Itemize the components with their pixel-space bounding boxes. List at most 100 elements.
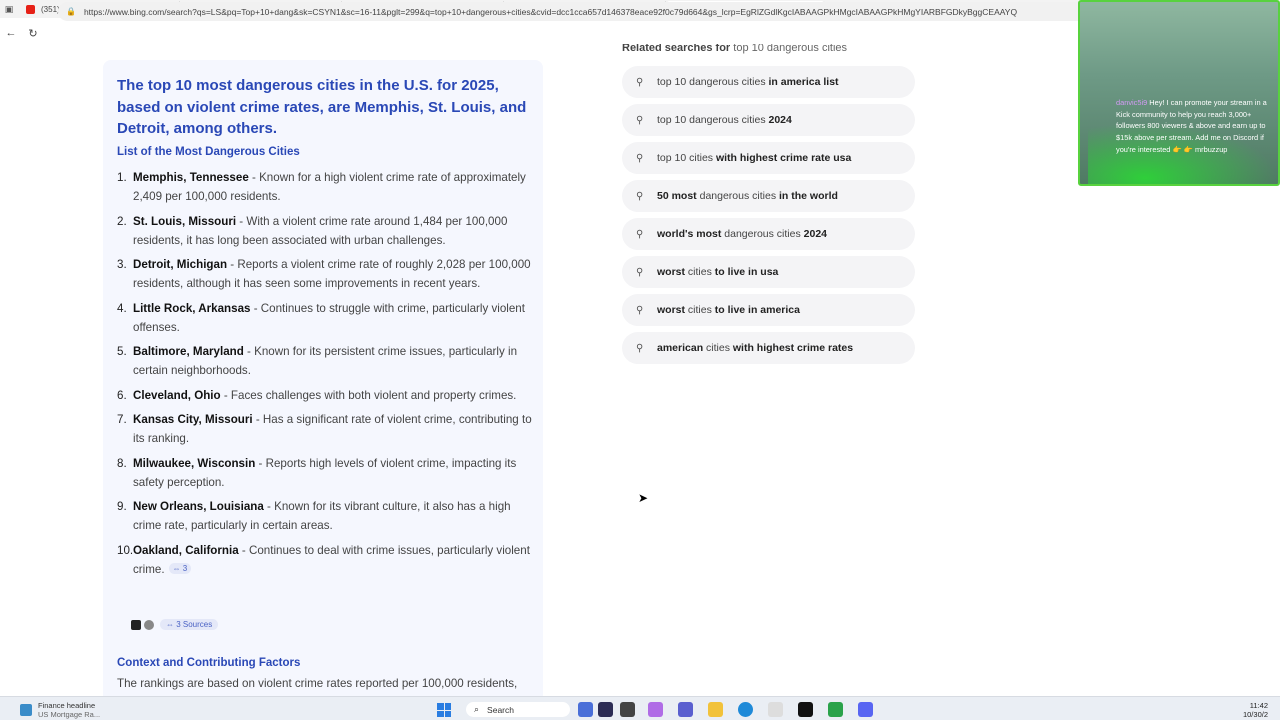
context-text: The rankings are based on violent crime … <box>117 677 518 690</box>
app-icon-game[interactable] <box>598 702 613 717</box>
search-icon: ⚲ <box>636 114 644 126</box>
app-icon-edge[interactable] <box>738 702 753 717</box>
related-bold-prefix: worst <box>657 266 686 278</box>
list-item: 4. Little Rock, Arkansas - Continues to s… <box>117 299 537 337</box>
city-name: Baltimore, Maryland <box>133 345 244 358</box>
related-search-text: worst cities to live in usa <box>657 266 778 278</box>
related-search-text: top 10 cities with highest crime rate us… <box>657 152 851 164</box>
answer-title: The top 10 most dangerous cities in the … <box>117 77 527 137</box>
navigation-bar: ← ↻ <box>0 22 1080 44</box>
city-name: Little Rock, Arkansas <box>133 301 251 315</box>
sidebar-toggle-icon[interactable]: ▣ <box>0 0 18 18</box>
app-icon-files[interactable] <box>620 702 635 717</box>
list-item: 7. Kansas City, Missouri - Has a signific… <box>117 410 537 448</box>
list-item: 6. Cleveland, Ohio - Faces challenges wit… <box>117 386 537 405</box>
address-bar[interactable]: 🔒 https://www.bing.com/search?qs=LS&pq=T… <box>58 2 1120 21</box>
related-search-item[interactable]: ⚲ worst cities to live in usa <box>622 256 915 288</box>
app-icon-copilot[interactable] <box>578 702 593 717</box>
list-heading: List of the Most Dangerous Cities <box>117 146 300 158</box>
chat-username: danvic5i9 <box>1116 98 1148 107</box>
app-icon-file-explorer[interactable] <box>708 702 723 717</box>
city-name: New Orleans, Louisiana <box>133 500 264 513</box>
context-heading: Context and Contributing Factors <box>117 657 301 669</box>
related-search-item[interactable]: ⚲ top 10 dangerous cities in america list <box>622 66 915 98</box>
city-name: Cleveland, Ohio <box>133 388 221 402</box>
app-icon-teams[interactable] <box>678 702 693 717</box>
list-item: 2. St. Louis, Missouri - With a violent c… <box>117 212 537 250</box>
list-item-body: Milwaukee, Wisconsin - Reports high leve… <box>133 454 537 492</box>
related-search-item[interactable]: ⚲ top 10 cities with highest crime rate u… <box>622 142 915 174</box>
related-plain-text: dangerous cities <box>721 228 801 240</box>
widget-subtitle: US Mortgage Ra... <box>38 710 101 719</box>
list-item-body: Oakland, California - Continues to deal … <box>133 541 537 579</box>
app-icon-kick[interactable] <box>828 702 843 717</box>
related-heading-query: top 10 dangerous cities <box>733 44 848 54</box>
search-icon: ⚲ <box>636 76 644 88</box>
search-icon: ⚲ <box>636 228 644 240</box>
list-item-body: St. Louis, Missouri - With a violent cri… <box>133 212 537 250</box>
list-number: 3. <box>117 258 127 271</box>
clock-date: 10/30/2 <box>1242 710 1268 719</box>
search-icon: ⚲ <box>636 304 644 316</box>
lock-icon: 🔒 <box>66 7 76 16</box>
citation-chip[interactable]: ⇔ 3 <box>168 562 192 574</box>
list-item-body: New Orleans, Louisiana - Known for its v… <box>133 497 537 535</box>
city-name: St. Louis, Missouri <box>133 214 237 228</box>
list-item-body: Kansas City, Missouri - Has a significan… <box>133 410 537 448</box>
list-item: 5. Baltimore, Maryland - Known for its pe… <box>117 342 537 380</box>
list-number: 10. <box>117 543 134 557</box>
stream-chat-overlay: danvic5i9 Hey! I can promote your stream… <box>1078 0 1280 186</box>
list-item-body: Cleveland, Ohio - Faces challenges with … <box>133 386 537 405</box>
related-plain-text: top 10 cities <box>657 152 714 164</box>
app-icon-discord[interactable] <box>858 702 873 717</box>
list-item: 1. Memphis, Tennessee - Known for a high … <box>117 168 537 206</box>
related-plain-text: top 10 dangerous cities <box>657 76 766 88</box>
related-bold-prefix: world's most <box>657 228 722 240</box>
back-button[interactable]: ← <box>0 22 22 44</box>
related-plain-text: cities <box>685 266 712 278</box>
related-search-item[interactable]: ⚲ 50 most dangerous cities in the world <box>622 180 915 212</box>
tab-favicon-icon <box>26 4 35 14</box>
search-icon: ⚲ <box>636 152 644 164</box>
app-icon-copilot-app[interactable] <box>648 702 663 717</box>
sources-row: ⇔ 3 Sources <box>131 619 219 630</box>
start-button-icon[interactable] <box>437 703 451 717</box>
related-bold-text: 2024 <box>800 228 828 240</box>
list-item-body: Little Rock, Arkansas - Continues to str… <box>133 299 537 337</box>
taskbar-search[interactable]: ⌕ Search <box>466 702 570 717</box>
source-favicon-icon[interactable] <box>144 619 154 630</box>
related-plain-text: cities <box>685 304 712 316</box>
source-favicon-icon[interactable] <box>131 619 141 630</box>
list-number: 7. <box>117 413 127 426</box>
related-plain-text: cities <box>703 342 730 354</box>
related-plain-text: dangerous cities <box>696 190 777 202</box>
related-bold-text: to live in america <box>711 304 800 316</box>
list-item-body: Baltimore, Maryland - Known for its pers… <box>133 342 537 380</box>
app-icon-notepad[interactable] <box>768 702 783 717</box>
city-name: Kansas City, Missouri <box>133 413 253 426</box>
related-search-item[interactable]: ⚲ top 10 dangerous cities 2024 <box>622 104 915 136</box>
sources-button[interactable]: ⇔ 3 Sources <box>160 619 219 630</box>
related-bold-text: with highest crime rate usa <box>713 152 852 164</box>
list-number: 5. <box>117 345 127 358</box>
related-search-item[interactable]: ⚲ world's most dangerous cities 2024 <box>622 218 915 250</box>
list-number: 9. <box>117 500 127 513</box>
search-icon: ⚲ <box>636 190 644 202</box>
related-search-item[interactable]: ⚲ worst cities to live in america <box>622 294 915 326</box>
mouse-cursor-icon: ➤ <box>638 491 649 505</box>
related-search-text: 50 most dangerous cities in the world <box>657 190 838 202</box>
related-bold-text: with highest crime rates <box>729 342 854 354</box>
related-searches-heading: Related searches for top 10 dangerous ci… <box>622 44 847 54</box>
refresh-button[interactable]: ↻ <box>22 22 44 44</box>
clock[interactable]: 11:42 10/30/2 <box>1243 701 1268 719</box>
list-number: 6. <box>117 388 127 402</box>
list-item: 9. New Orleans, Louisiana - Known for its… <box>117 497 537 535</box>
list-item: 8. Milwaukee, Wisconsin - Reports high le… <box>117 454 537 492</box>
related-search-text: american cities with highest crime rates <box>657 342 853 354</box>
search-label: Search <box>487 704 514 715</box>
app-icon-tiktok[interactable] <box>798 702 813 717</box>
news-widget[interactable]: Finance headline US Mortgage Ra... <box>20 701 100 719</box>
windows-taskbar: Finance headline US Mortgage Ra... ⌕ Sea… <box>0 696 1280 720</box>
related-search-item[interactable]: ⚲ american cities with highest crime rate… <box>622 332 915 364</box>
clock-time: 11:42 <box>1249 701 1268 710</box>
